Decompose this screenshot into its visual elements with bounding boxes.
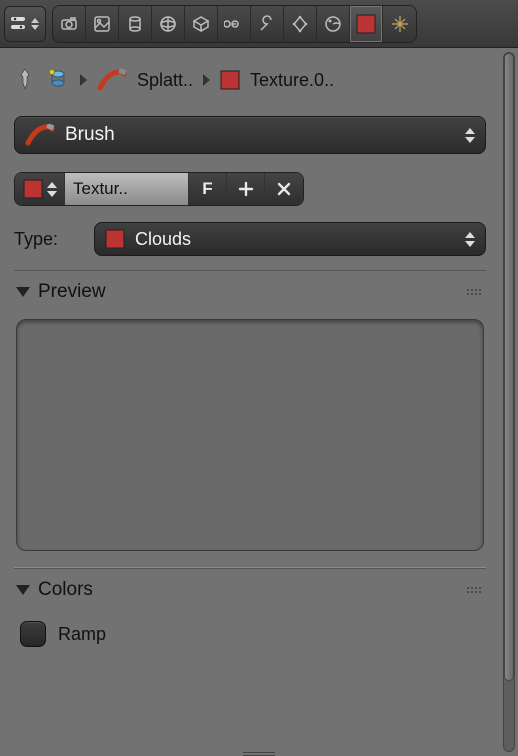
texture-checker-icon bbox=[356, 14, 376, 34]
context-tabstrip bbox=[52, 5, 417, 43]
dropdown-arrows-icon bbox=[31, 18, 41, 30]
tab-material[interactable] bbox=[317, 6, 350, 42]
unlink-texture-button[interactable] bbox=[265, 173, 303, 205]
texture-context-dropdown[interactable]: Brush bbox=[14, 116, 486, 154]
tab-render-layers[interactable] bbox=[86, 6, 119, 42]
plus-icon bbox=[238, 181, 254, 197]
world-icon bbox=[158, 14, 178, 34]
dropdown-arrows-icon bbox=[465, 128, 475, 143]
ramp-label: Ramp bbox=[58, 624, 106, 645]
brush-stroke-icon[interactable] bbox=[97, 68, 127, 92]
fake-user-button[interactable]: F bbox=[189, 173, 227, 205]
tab-texture[interactable] bbox=[350, 6, 383, 42]
breadcrumb: Splatt.. Texture.0.. bbox=[14, 60, 486, 100]
dropdown-arrows-icon bbox=[47, 182, 57, 197]
section-preview: Preview bbox=[14, 270, 486, 568]
new-texture-button[interactable] bbox=[227, 173, 265, 205]
tab-render[interactable] bbox=[53, 6, 86, 42]
section-preview-title: Preview bbox=[38, 281, 456, 303]
image-icon bbox=[92, 14, 112, 34]
texture-name-field[interactable]: Textur.. bbox=[65, 173, 189, 205]
scroll-thumb[interactable] bbox=[504, 53, 514, 681]
type-label: Type: bbox=[14, 229, 76, 250]
ramp-checkbox[interactable] bbox=[20, 621, 46, 647]
context-dropdown-label: Brush bbox=[65, 124, 455, 146]
material-icon bbox=[323, 14, 343, 34]
texture-checker-icon[interactable] bbox=[220, 70, 240, 90]
disclosure-triangle-icon bbox=[16, 585, 30, 595]
texture-checker-icon bbox=[105, 229, 125, 249]
tab-particles[interactable] bbox=[383, 6, 416, 42]
tab-object[interactable] bbox=[185, 6, 218, 42]
breadcrumb-chevron-icon bbox=[203, 74, 210, 86]
breadcrumb-texture-name[interactable]: Texture.0.. bbox=[250, 70, 334, 91]
texture-type-row: Type: Clouds bbox=[14, 222, 486, 256]
properties-header bbox=[0, 0, 518, 48]
tab-world[interactable] bbox=[152, 6, 185, 42]
section-preview-header[interactable]: Preview bbox=[14, 271, 486, 313]
texture-checker-icon bbox=[23, 179, 43, 199]
properties-panel: Splatt.. Texture.0.. Brush bbox=[0, 48, 518, 756]
chain-icon bbox=[224, 14, 244, 34]
x-icon bbox=[276, 181, 292, 197]
disclosure-triangle-icon bbox=[16, 287, 30, 297]
panel-grip-icon[interactable] bbox=[464, 587, 484, 593]
tab-modifiers[interactable] bbox=[251, 6, 284, 42]
mesh-data-icon bbox=[290, 14, 310, 34]
breadcrumb-brush-name[interactable]: Splatt.. bbox=[137, 70, 193, 91]
editor-type-selector[interactable] bbox=[4, 6, 46, 42]
ramp-row: Ramp bbox=[14, 611, 486, 657]
texture-browse-button[interactable] bbox=[15, 173, 65, 205]
camera-icon bbox=[59, 14, 79, 34]
breadcrumb-chevron-icon bbox=[80, 74, 87, 86]
brush-stroke-icon bbox=[25, 124, 55, 146]
tab-scene[interactable] bbox=[119, 6, 152, 42]
pin-icon[interactable] bbox=[14, 67, 36, 93]
panel-content: Splatt.. Texture.0.. Brush bbox=[0, 48, 500, 756]
texture-type-dropdown[interactable]: Clouds bbox=[94, 222, 486, 256]
sparkle-icon bbox=[390, 14, 410, 34]
dropdown-arrows-icon bbox=[465, 232, 475, 247]
section-colors: Colors Ramp bbox=[14, 568, 486, 657]
wrench-icon bbox=[257, 14, 277, 34]
panel-resize-handle[interactable] bbox=[239, 752, 279, 756]
scroll-track bbox=[503, 52, 515, 752]
brush-datablock-icon[interactable] bbox=[46, 67, 70, 93]
vertical-scrollbar[interactable] bbox=[500, 48, 518, 756]
cube-icon bbox=[191, 14, 211, 34]
section-colors-title: Colors bbox=[38, 579, 456, 601]
properties-editor-icon bbox=[9, 14, 29, 34]
tab-data[interactable] bbox=[284, 6, 317, 42]
cylinder-icon bbox=[125, 14, 145, 34]
section-colors-header[interactable]: Colors bbox=[14, 569, 486, 611]
tab-constraints[interactable] bbox=[218, 6, 251, 42]
texture-preview-box bbox=[16, 319, 484, 551]
texture-type-value: Clouds bbox=[135, 229, 455, 250]
texture-id-block: Textur.. F bbox=[14, 172, 304, 206]
panel-grip-icon[interactable] bbox=[464, 289, 484, 295]
